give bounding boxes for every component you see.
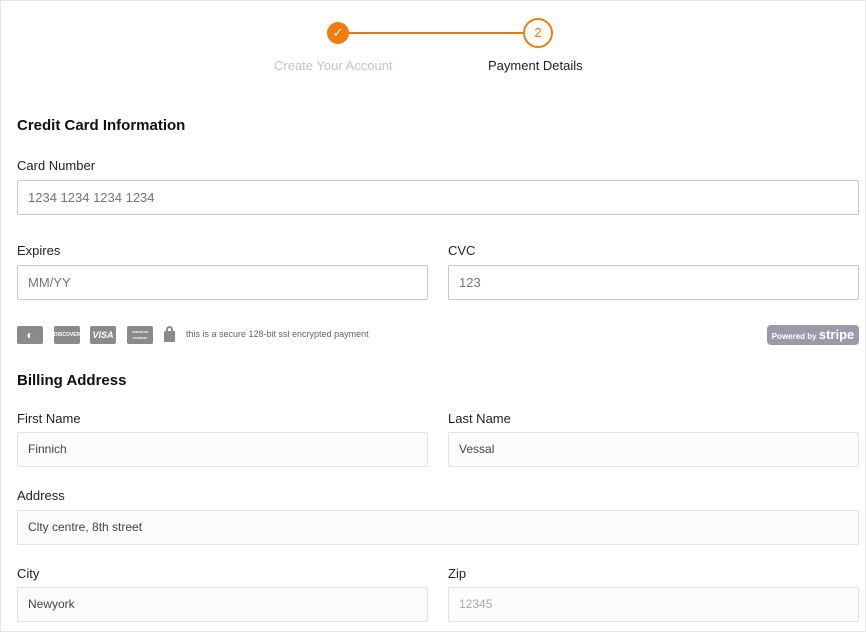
step-1-check-icon[interactable]: ✓ [327,22,349,44]
credit-card-heading: Credit Card Information [17,117,186,134]
billing-address-heading: Billing Address [17,372,127,389]
cvc-label: CVC [448,243,476,258]
step-2-indicator[interactable]: 2 [523,18,553,48]
address-input[interactable]: Clty centre, 8th street [17,510,859,545]
city-label: City [17,566,40,581]
zip-label: Zip [448,566,467,581]
powered-by-stripe-badge[interactable]: Powered by stripe [767,325,859,345]
last-name-label: Last Name [448,411,511,426]
address-label: Address [17,488,65,503]
powered-by-text: Powered by [771,332,817,341]
visa-icon: VISA [90,326,116,344]
mastercard-icon: ◐ [17,326,43,344]
first-name-label: First Name [17,411,81,426]
card-number-label: Card Number [17,158,96,173]
card-number-input[interactable] [17,180,859,215]
last-name-input[interactable]: Vessal [448,432,859,467]
stepper-progress-line [347,32,523,34]
zip-input[interactable]: 12345 [448,587,859,622]
expires-input[interactable] [17,265,428,300]
first-name-input[interactable]: Finnich [17,432,428,467]
step-1-label: Create Your Account [274,58,393,73]
stripe-logo: stripe [818,327,855,342]
secure-payment-text: this is a secure 128-bit ssl encrypted p… [186,329,369,339]
discover-icon: DISCOVER [54,326,80,344]
lock-icon [164,326,175,342]
cvc-input[interactable] [448,265,859,300]
step-2-label: Payment Details [488,58,583,73]
amex-icon: AMERICAN EXPRESS [127,326,153,344]
city-input[interactable]: Newyork [17,587,428,622]
expires-label: Expires [17,243,61,258]
